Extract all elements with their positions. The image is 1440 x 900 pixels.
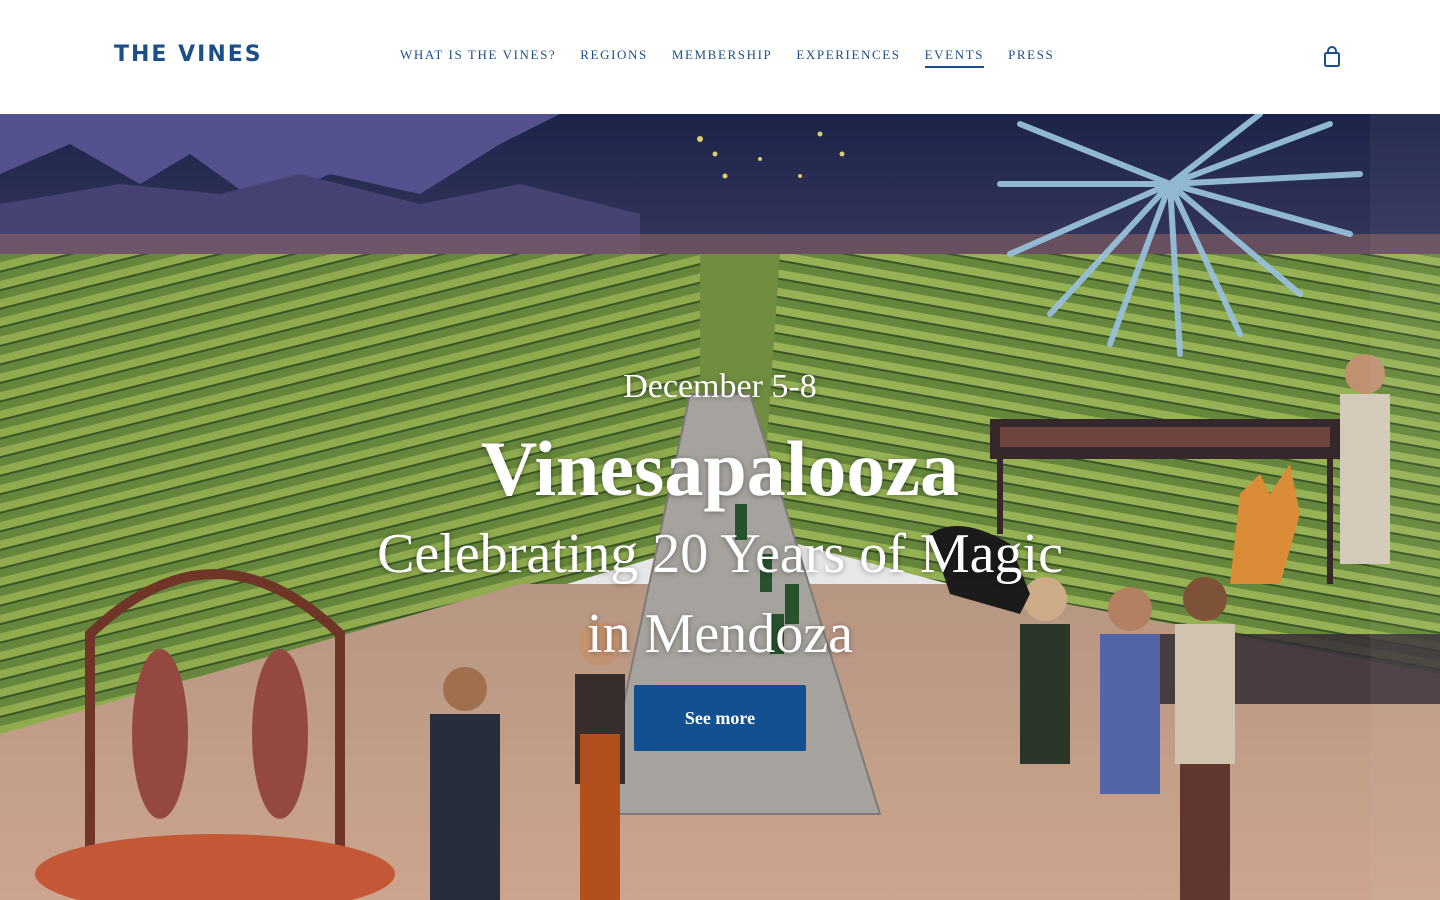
nav-membership[interactable]: MEMBERSHIP — [672, 47, 773, 68]
nav-events[interactable]: EVENTS — [924, 47, 985, 68]
nav-regions[interactable]: REGIONS — [580, 47, 648, 68]
see-more-button[interactable]: See more — [634, 685, 806, 751]
hero-banner: December 5-8 Vinesapalooza Celebrating 2… — [0, 114, 1440, 900]
shopping-bag-icon[interactable] — [1322, 46, 1342, 68]
site-header: THE VINES WHAT IS THE VINES? REGIONS MEM… — [0, 0, 1440, 114]
event-subtitle: Celebrating 20 Years of Magic in Mendoza — [377, 523, 1063, 665]
nav-what-is-the-vines[interactable]: WHAT IS THE VINES? — [400, 47, 556, 68]
site-logo[interactable]: THE VINES — [114, 42, 263, 67]
event-title: Vinesapalooza — [480, 425, 960, 512]
event-date: December 5-8 — [623, 368, 817, 405]
nav-press[interactable]: PRESS — [1008, 47, 1054, 68]
nav-experiences[interactable]: EXPERIENCES — [796, 47, 900, 68]
hero-content: December 5-8 Vinesapalooza Celebrating 2… — [0, 114, 1440, 900]
main-navigation: WHAT IS THE VINES? REGIONS MEMBERSHIP EX… — [400, 47, 1054, 68]
